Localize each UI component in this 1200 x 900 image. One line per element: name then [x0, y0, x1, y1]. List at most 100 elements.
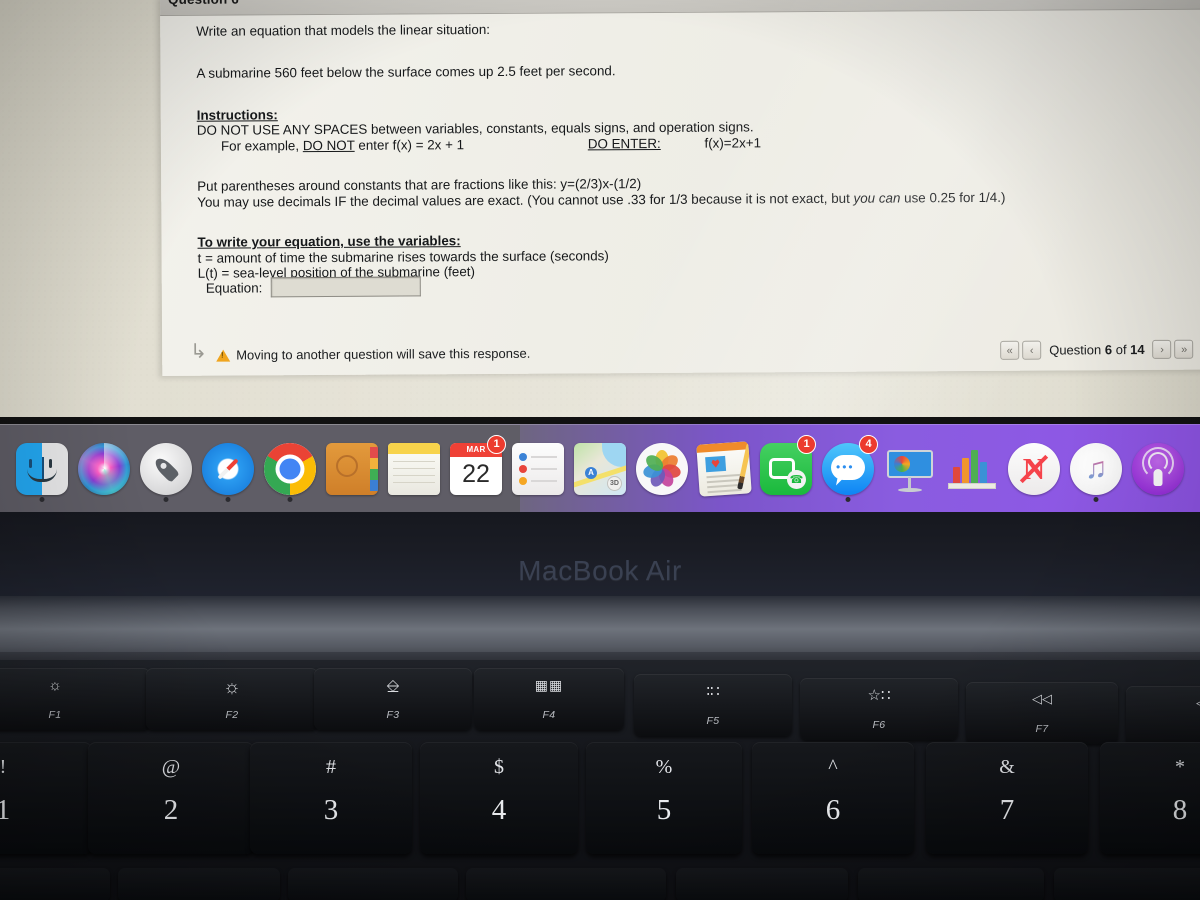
key-8[interactable]: * 8 — [1100, 742, 1200, 854]
podcasts-icon — [1132, 442, 1184, 495]
dock-item-notes[interactable] — [386, 438, 442, 500]
example-doenter-value: f(x)=2x+1 — [704, 135, 762, 151]
key-5[interactable]: % 5 — [586, 742, 742, 854]
key-1-symbol: ! — [0, 756, 7, 778]
key-2-number: 2 — [163, 794, 179, 826]
brightness-up-icon: ☼ — [223, 677, 241, 698]
decimal-rule-b: use 0.25 for 1/4.) — [900, 189, 1006, 206]
play-pause-icon: ◁ — [1126, 696, 1200, 709]
example-prefix: For example, — [220, 138, 300, 154]
laptop-screen: Question 6 +1.25 points Save Answer Writ… — [0, 0, 1200, 417]
nav-prev-button[interactable]: ‹ — [1022, 340, 1042, 360]
key-6-symbol: ^ — [828, 756, 838, 778]
dock-item-reminders[interactable] — [510, 438, 566, 500]
example-donot: DO NOT — [302, 138, 355, 154]
calendar-day: 22 — [462, 459, 490, 488]
key-f3[interactable]: ⎒ F3 — [314, 668, 472, 730]
key-f5-label: F5 — [706, 715, 720, 727]
dock-item-launchpad[interactable] — [138, 438, 194, 502]
chrome-icon — [264, 442, 316, 495]
key-row3-g[interactable] — [1054, 868, 1200, 900]
dock-item-calendar[interactable]: MAR 22 1 — [448, 434, 506, 500]
key-5-symbol: % — [655, 756, 673, 778]
key-f7-label: F7 — [1035, 723, 1049, 735]
dock-item-keynote[interactable] — [882, 438, 938, 500]
key-4[interactable]: $ 4 — [420, 742, 578, 854]
pages-document-icon — [696, 440, 752, 497]
key-7-symbol: & — [999, 756, 1015, 778]
dock-item-siri[interactable] — [76, 438, 132, 500]
question-header-bar — [160, 0, 1200, 16]
photos-pinwheel-icon — [636, 442, 688, 495]
key-f5[interactable]: ∶∷ F5 — [634, 674, 792, 736]
key-f6[interactable]: ☆∷ F6 — [800, 678, 958, 740]
key-3[interactable]: # 3 — [250, 742, 412, 854]
key-row3-b[interactable] — [118, 868, 280, 900]
dock-item-safari[interactable] — [200, 438, 256, 502]
key-7[interactable]: & 7 — [926, 742, 1088, 854]
equation-row: Equation: — [205, 276, 421, 298]
key-row3-a[interactable] — [0, 868, 110, 900]
key-4-symbol: $ — [494, 756, 504, 778]
equation-input[interactable] — [270, 276, 421, 298]
dock-item-maps[interactable]: A 3D — [572, 438, 628, 500]
brightness-down-icon: ☼ — [48, 677, 62, 694]
nav-first-button[interactable]: « — [1000, 340, 1020, 360]
safari-compass-icon — [202, 442, 254, 495]
reply-arrow-icon: ↳ — [190, 340, 208, 363]
question-body: Write an equation that models the linear… — [196, 18, 1158, 282]
dock-item-finder[interactable] — [14, 438, 70, 502]
keyboard-third-row — [0, 868, 1200, 900]
key-row3-d[interactable] — [466, 868, 666, 900]
key-row3-c[interactable] — [288, 868, 458, 900]
decimal-rule-emphasis: you can — [853, 190, 901, 206]
mission-control-icon: ⎒ — [386, 677, 400, 696]
key-1[interactable]: ! 1 — [0, 742, 92, 854]
key-7-number: 7 — [999, 794, 1015, 826]
dock-item-facetime[interactable]: ☎ 1 — [758, 434, 816, 500]
save-warning: Moving to another question will save thi… — [216, 346, 530, 363]
key-f8[interactable]: ◁ — [1126, 686, 1200, 748]
nav-question-counter: Question 6 of 14 — [1049, 341, 1145, 358]
key-row3-f[interactable] — [858, 868, 1044, 900]
running-indicator — [287, 496, 293, 502]
example-donot-rest: enter f(x) = 2x + 1 — [358, 137, 465, 154]
keynote-icon — [884, 443, 936, 495]
key-f6-label: F6 — [872, 719, 886, 731]
dock-item-contacts[interactable] — [324, 438, 380, 500]
key-f4[interactable]: ▦▦ F4 — [474, 668, 624, 730]
dock-item-messages[interactable]: ••• 4 — [820, 434, 878, 502]
screenshot-root: Question 6 +1.25 points Save Answer Writ… — [0, 0, 1200, 900]
key-f2[interactable]: ☼ F2 — [146, 668, 318, 730]
dock-item-photos[interactable] — [634, 438, 690, 500]
calendar-badge: 1 — [487, 434, 506, 454]
facetime-badge: 1 — [797, 434, 816, 454]
key-f7[interactable]: ◁◁ F7 — [966, 682, 1118, 744]
key-row3-e[interactable] — [676, 868, 848, 900]
nav-next-button[interactable]: › — [1152, 339, 1172, 359]
key-2[interactable]: @ 2 — [88, 742, 254, 854]
dock-item-chrome[interactable] — [262, 438, 318, 502]
dock-item-pages[interactable] — [696, 438, 752, 500]
running-indicator — [163, 496, 169, 502]
key-5-number: 5 — [656, 794, 672, 826]
dock-item-numbers[interactable] — [944, 438, 1000, 500]
question-navigation: « ‹ Question 6 of 14 › » — [1000, 339, 1194, 360]
key-f4-label: F4 — [542, 709, 556, 721]
key-8-number: 8 — [1172, 794, 1188, 826]
key-6[interactable]: ^ 6 — [752, 742, 914, 854]
keyboard-backlight-up-icon: ☆∷ — [867, 687, 891, 704]
nav-last-button[interactable]: » — [1174, 339, 1194, 359]
dock-item-podcasts[interactable] — [1130, 438, 1186, 500]
key-f3-label: F3 — [386, 709, 400, 721]
dock-item-news[interactable]: N — [1006, 438, 1062, 500]
function-key-row: ☼ F1 ☼ F2 ⎒ F3 ▦▦ F4 ∶∷ F5 ☆∷ F6 ◁◁ F7 — [0, 668, 1200, 748]
laptop-keyboard: ☼ F1 ☼ F2 ⎒ F3 ▦▦ F4 ∶∷ F5 ☆∷ F6 ◁◁ F7 !… — [0, 660, 1200, 900]
number-key-row: ! 1 @ 2 # 3 $ 4 % 5 ^ 6 & 7 * 8 — [0, 742, 1200, 862]
key-f1[interactable]: ☼ F1 — [0, 668, 150, 730]
equation-label: Equation: — [205, 279, 263, 296]
dock-item-itunes[interactable]: ♫ — [1068, 438, 1124, 502]
laptop-hinge — [0, 596, 1200, 668]
key-3-number: 3 — [323, 794, 339, 826]
finder-icon — [16, 442, 68, 495]
